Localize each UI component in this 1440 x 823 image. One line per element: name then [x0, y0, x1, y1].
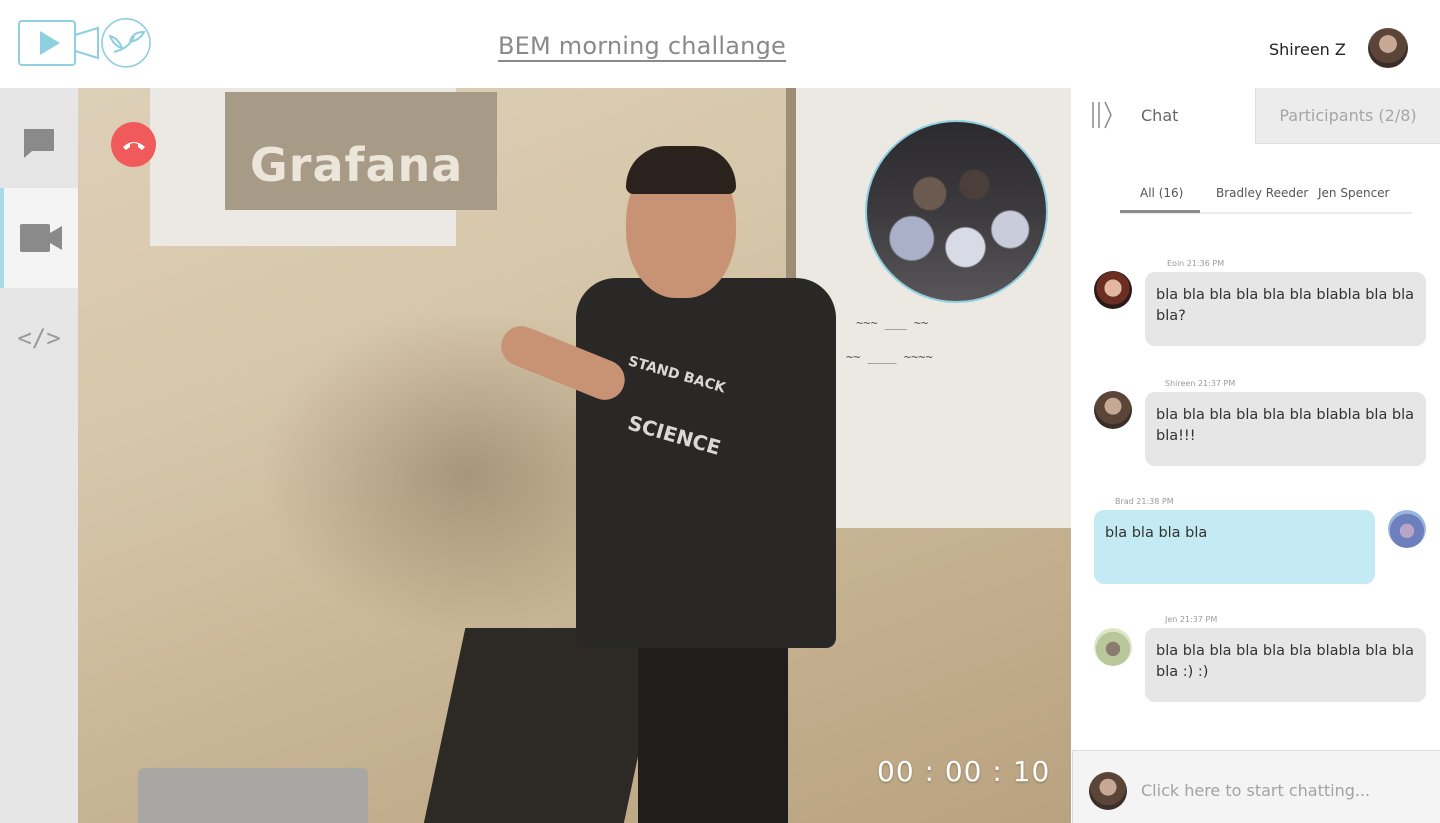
rail-code-button[interactable]: </> — [0, 288, 78, 388]
left-toolbar: </> — [0, 88, 78, 823]
filter-jen-spencer[interactable]: Jen Spencer — [1318, 186, 1389, 200]
message-bubble-outgoing: bla bla bla bla — [1094, 510, 1375, 584]
panel-tabs: Chat Participants (2/8) — [1071, 88, 1440, 144]
code-icon: </> — [17, 324, 61, 352]
current-user-name: Shireen Z — [1269, 40, 1346, 59]
message-bubble: bla bla bla bla bla bla blabla bla bla b… — [1145, 272, 1426, 346]
chat-composer — [1072, 750, 1440, 823]
rail-video-button[interactable] — [0, 188, 78, 288]
call-timer: 00 : 00 : 10 — [877, 755, 1051, 788]
presenter-body — [576, 278, 836, 648]
tab-participants[interactable]: Participants (2/8) — [1255, 88, 1440, 144]
message-bubble: bla bla bla bla bla bla blabla bla bla b… — [1145, 392, 1426, 466]
composer-avatar — [1089, 772, 1127, 810]
message-author-avatar[interactable] — [1388, 510, 1426, 548]
page-title[interactable]: BEM morning challange — [498, 32, 786, 60]
app-logo[interactable] — [18, 18, 160, 70]
whiteboard-scribble: ~~ ____ ~~~~ — [846, 350, 933, 364]
message-meta: Brad 21:38 PM — [1115, 497, 1174, 506]
video-camera-icon — [20, 224, 62, 252]
user-avatar[interactable] — [1368, 28, 1408, 68]
presenter-legs — [638, 628, 788, 823]
projection-screen: Grafana — [150, 88, 497, 246]
chat-panel: Chat Participants (2/8) All (16) Bradley… — [1071, 88, 1440, 823]
hangup-button[interactable] — [111, 122, 156, 167]
tab-chat[interactable]: Chat — [1141, 106, 1178, 125]
collapse-panel-icon[interactable] — [1087, 100, 1117, 130]
chat-bubble-icon — [24, 129, 54, 158]
phone-hangup-icon — [122, 141, 145, 150]
chat-input[interactable] — [1141, 775, 1431, 805]
podium — [420, 628, 666, 823]
message-filters: All (16) Bradley Reeder Jen Spencer — [1120, 186, 1412, 214]
message-author-avatar[interactable] — [1094, 391, 1132, 429]
filter-bradley-reeder[interactable]: Bradley Reeder — [1216, 186, 1308, 200]
presenter-hair — [626, 146, 736, 194]
message-meta: Eoin 21:36 PM — [1167, 259, 1225, 268]
active-filter-indicator — [1120, 210, 1200, 213]
filter-all[interactable]: All (16) — [1140, 186, 1183, 200]
message-author-avatar[interactable] — [1094, 628, 1132, 666]
whiteboard-scribble: ~~~ ___ ~~ — [856, 316, 929, 330]
message-bubble: bla bla bla bla bla bla blabla bla bla b… — [1145, 628, 1426, 702]
laptop — [138, 768, 368, 823]
message-author-avatar[interactable] — [1094, 271, 1132, 309]
top-header: BEM morning challange Shireen Z — [0, 0, 1440, 88]
message-meta: Shireen 21:37 PM — [1165, 379, 1236, 388]
rail-chat-button[interactable] — [0, 93, 78, 193]
self-view-thumbnail[interactable] — [865, 120, 1048, 303]
projected-logo-text: Grafana — [250, 138, 464, 192]
message-meta: Jen 21:37 PM — [1165, 615, 1218, 624]
